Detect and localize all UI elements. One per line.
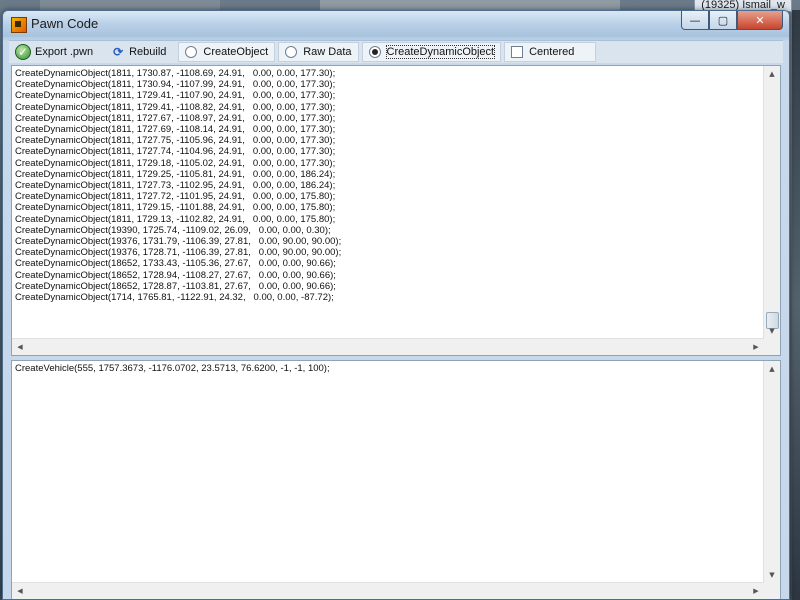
- radio-indicator: [368, 46, 381, 58]
- export-icon: ✓: [15, 44, 31, 60]
- scroll-right-icon[interactable]: ▶: [748, 339, 764, 355]
- code-line: CreateDynamicObject(1811, 1727.73, -1102…: [15, 180, 336, 192]
- vehicle-textarea[interactable]: CreateVehicle(555, 1757.3673, -1176.0702…: [11, 360, 781, 599]
- vehicle-lines: CreateVehicle(555, 1757.3673, -1176.0702…: [15, 363, 760, 583]
- title-bar[interactable]: Pawn Code — ▢ ✕: [3, 11, 789, 37]
- centered-checkbox[interactable]: Centered: [504, 42, 597, 62]
- horizontal-scrollbar[interactable]: ◀ ▶: [12, 338, 764, 355]
- code-line: CreateDynamicObject(1811, 1727.74, -1104…: [15, 146, 336, 158]
- code-line: CreateDynamicObject(1811, 1729.25, -1105…: [15, 168, 336, 180]
- code-textarea[interactable]: CreateDynamicObject(1811, 1730.87, -1108…: [11, 65, 781, 356]
- code-line: CreateDynamicObject(1811, 1730.87, -1108…: [15, 68, 336, 79]
- scroll-up-icon[interactable]: ▲: [764, 361, 780, 377]
- code-line: CreateDynamicObject(18652, 1733.43, -110…: [15, 258, 336, 270]
- maximize-button[interactable]: ▢: [709, 11, 737, 30]
- code-line: CreateDynamicObject(1811, 1729.13, -1102…: [15, 213, 336, 225]
- scroll-corner: [764, 583, 780, 599]
- code-line: CreateDynamicObject(19376, 1728.71, -110…: [15, 247, 342, 259]
- checkbox-label: Centered: [529, 46, 575, 58]
- scroll-left-icon[interactable]: ◀: [12, 339, 28, 355]
- caption-buttons: — ▢ ✕: [681, 11, 783, 30]
- code-line: CreateDynamicObject(18652, 1728.94, -110…: [15, 269, 336, 281]
- code-lines: CreateDynamicObject(1811, 1730.87, -1108…: [15, 68, 760, 339]
- code-line: CreateDynamicObject(1811, 1730.94, -1107…: [15, 79, 336, 91]
- background-scenery: [792, 10, 800, 600]
- scroll-down-icon[interactable]: ▼: [764, 323, 780, 339]
- radio-create-object[interactable]: CreateObject: [178, 42, 276, 62]
- code-line: CreateDynamicObject(1811, 1727.72, -1101…: [15, 191, 336, 203]
- scroll-corner: [764, 339, 780, 355]
- horizontal-scrollbar[interactable]: ◀ ▶: [12, 582, 764, 599]
- code-line: CreateDynamicObject(18652, 1728.87, -110…: [15, 280, 336, 292]
- checkbox-indicator: [511, 46, 524, 58]
- scroll-right-icon[interactable]: ▶: [748, 583, 764, 599]
- radio-raw-data[interactable]: Raw Data: [278, 42, 359, 62]
- code-line: CreateDynamicObject(1811, 1729.41, -1108…: [15, 101, 336, 113]
- radio-label: CreateDynamicObject: [385, 45, 496, 59]
- scroll-left-icon[interactable]: ◀: [12, 583, 28, 599]
- window-title: Pawn Code: [31, 16, 99, 31]
- refresh-icon: ⟳: [113, 45, 124, 59]
- code-line: CreateDynamicObject(1811, 1729.41, -1107…: [15, 90, 336, 102]
- close-button[interactable]: ✕: [737, 11, 783, 30]
- code-line: CreateDynamicObject(1714, 1765.81, -1122…: [15, 292, 334, 304]
- radio-indicator: [285, 46, 298, 58]
- code-line: CreateDynamicObject(1811, 1727.75, -1105…: [15, 135, 336, 147]
- rebuild-label: Rebuild: [129, 46, 167, 58]
- code-line: CreateDynamicObject(1811, 1727.69, -1108…: [15, 124, 336, 136]
- rebuild-button[interactable]: ⟳ Rebuild: [105, 42, 172, 62]
- code-line: CreateDynamicObject(1811, 1727.67, -1108…: [15, 112, 336, 124]
- radio-label: CreateObject: [203, 46, 269, 58]
- code-line: CreateDynamicObject(19376, 1731.79, -110…: [15, 236, 342, 248]
- toolbar: ✓ Export .pwn ⟳ Rebuild CreateObject Raw…: [9, 40, 783, 63]
- pawn-code-window: Pawn Code — ▢ ✕ ✓ Export .pwn ⟳ Rebuild …: [2, 10, 790, 600]
- app-icon: [11, 17, 27, 33]
- scroll-down-icon[interactable]: ▼: [764, 567, 780, 583]
- code-line: CreateDynamicObject(19390, 1725.74, -110…: [15, 224, 331, 236]
- code-line: CreateDynamicObject(1811, 1729.18, -1105…: [15, 157, 336, 169]
- export-label: Export .pwn: [35, 46, 94, 58]
- vertical-scrollbar[interactable]: ▲ ▼: [763, 361, 780, 583]
- export-button[interactable]: ✓ Export .pwn: [9, 42, 99, 62]
- code-line: CreateVehicle(555, 1757.3673, -1176.0702…: [15, 363, 330, 374]
- minimize-button[interactable]: —: [681, 11, 709, 30]
- radio-label: Raw Data: [303, 46, 352, 58]
- radio-create-dynamic-object[interactable]: CreateDynamicObject: [361, 42, 502, 62]
- vertical-scrollbar[interactable]: ▲ ▼: [763, 66, 780, 339]
- code-line: CreateDynamicObject(1811, 1729.15, -1101…: [15, 202, 336, 214]
- scroll-up-icon[interactable]: ▲: [764, 66, 780, 82]
- radio-indicator: [185, 46, 198, 58]
